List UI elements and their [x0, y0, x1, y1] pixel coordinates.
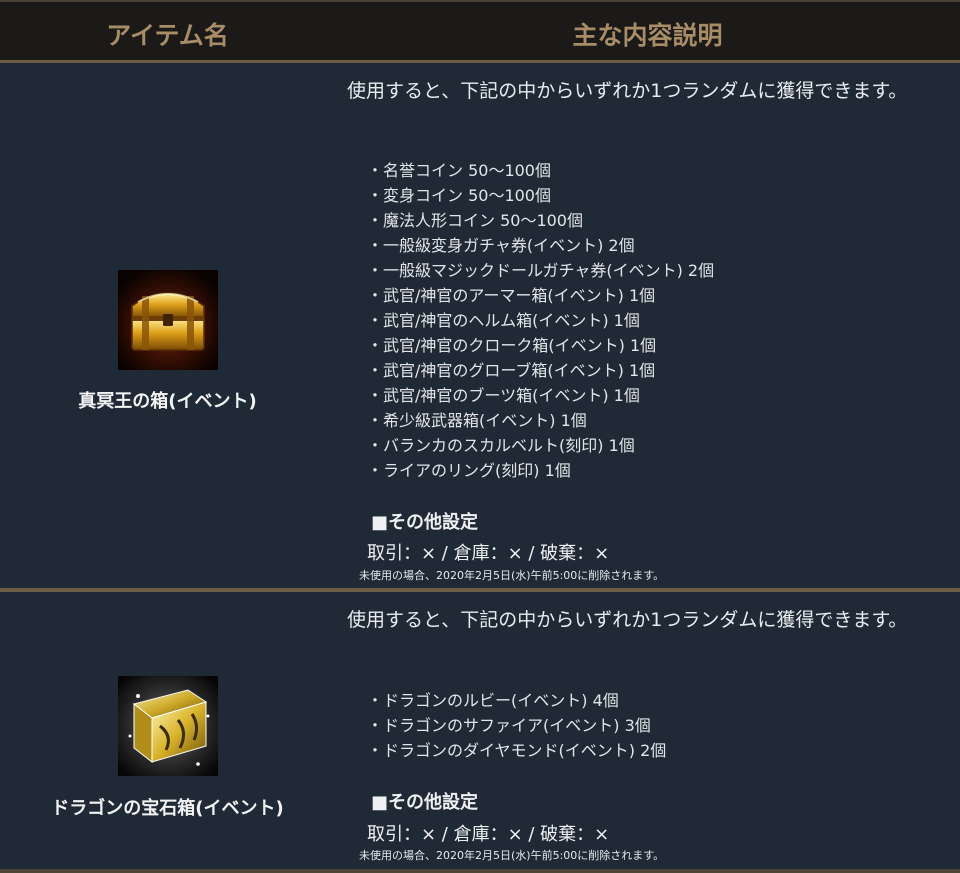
item-cell: 真冥王の箱(イベント) — [0, 63, 335, 588]
reward-list-item: ・一般級マジックドールガチャ券(イベント) 2個 — [367, 261, 715, 280]
reward-list: ・ドラゴンのルビー(イベント) 4個・ドラゴンのサファイア(イベント) 3個 ・ド… — [367, 688, 666, 763]
reward-list-item: ・武官/神官のクローク箱(イベント) 1個 — [367, 336, 657, 355]
reward-list-item: ・ドラゴンのサファイア(イベント) 3個 — [367, 716, 651, 735]
column-header-description: 主な内容説明 — [572, 21, 723, 50]
reward-list: ・名誉コイン 50～100個 ・変身コイン 50～100個・魔法人形コイン 50～… — [367, 158, 714, 483]
reward-list-item: ・ライアのリング(刻印) 1個 — [367, 461, 571, 480]
reward-list-item: ・武官/神官のアーマー箱(イベント) 1個 — [367, 286, 656, 305]
dragon-jewel-box-icon — [118, 676, 218, 776]
reward-list-item: ・ドラゴンのルビー(イベント) 4個 — [367, 691, 619, 710]
reward-list-item: ・武官/神官のグローブ箱(イベント) 1個 — [367, 361, 656, 380]
other-settings-title: ■その他設定 — [371, 792, 479, 813]
table-header: アイテム名 主な内容説明 — [0, 2, 960, 63]
reward-list-item: ・バランカのスカルベルト(刻印) 1個 — [367, 436, 635, 455]
column-header-item-name: アイテム名 — [106, 21, 229, 50]
reward-list-item: ・変身コイン 50～100個 — [367, 186, 551, 205]
trade-settings: 取引：× / 倉庫：× / 破棄：× — [367, 824, 610, 845]
description-intro: 使用すると、下記の中からいずれか1つランダムに獲得できます。 — [347, 80, 908, 102]
reward-list-item: ・希少級武器箱(イベント) 1個 — [367, 411, 587, 430]
other-settings-title: ■その他設定 — [371, 512, 479, 533]
reward-list-item: ・武官/神官のブーツ箱(イベント) 1個 — [367, 386, 640, 405]
expiry-note: 未使用の場合、2020年2月5日(水)午前5:00に削除されます。 — [359, 569, 665, 582]
item-cell: ドラゴンの宝石箱(イベント) — [0, 592, 335, 871]
item-name: ドラゴンの宝石箱(イベント) — [51, 798, 284, 819]
table-row: ドラゴンの宝石箱(イベント) 使用すると、下記の中からいずれか1つランダムに獲得… — [0, 592, 960, 871]
expiry-note: 未使用の場合、2020年2月5日(水)午前5:00に削除されます。 — [359, 849, 665, 862]
item-name: 真冥王の箱(イベント) — [78, 391, 257, 412]
reward-list-item: ・武官/神官のヘルム箱(イベント) 1個 — [367, 311, 640, 330]
reward-list-item: ・名誉コイン 50～100個 — [367, 161, 551, 180]
trade-settings: 取引：× / 倉庫：× / 破棄：× — [367, 543, 610, 564]
table-row: 真冥王の箱(イベント) 使用すると、下記の中からいずれか1つランダムに獲得できま… — [0, 63, 960, 588]
item-table: アイテム名 主な内容説明 真冥王の箱(イベント) 使用すると、下記の中からいずれ… — [0, 0, 960, 873]
reward-list-item: ・ドラゴンのダイヤモンド(イベント) 2個 — [367, 741, 667, 760]
description-intro: 使用すると、下記の中からいずれか1つランダムに獲得できます。 — [347, 609, 908, 631]
bottom-border — [0, 869, 960, 873]
reward-list-item: ・魔法人形コイン 50～100個 — [367, 211, 583, 230]
golden-chest-icon — [118, 270, 218, 370]
reward-list-item: ・一般級変身ガチャ券(イベント) 2個 — [367, 236, 635, 255]
